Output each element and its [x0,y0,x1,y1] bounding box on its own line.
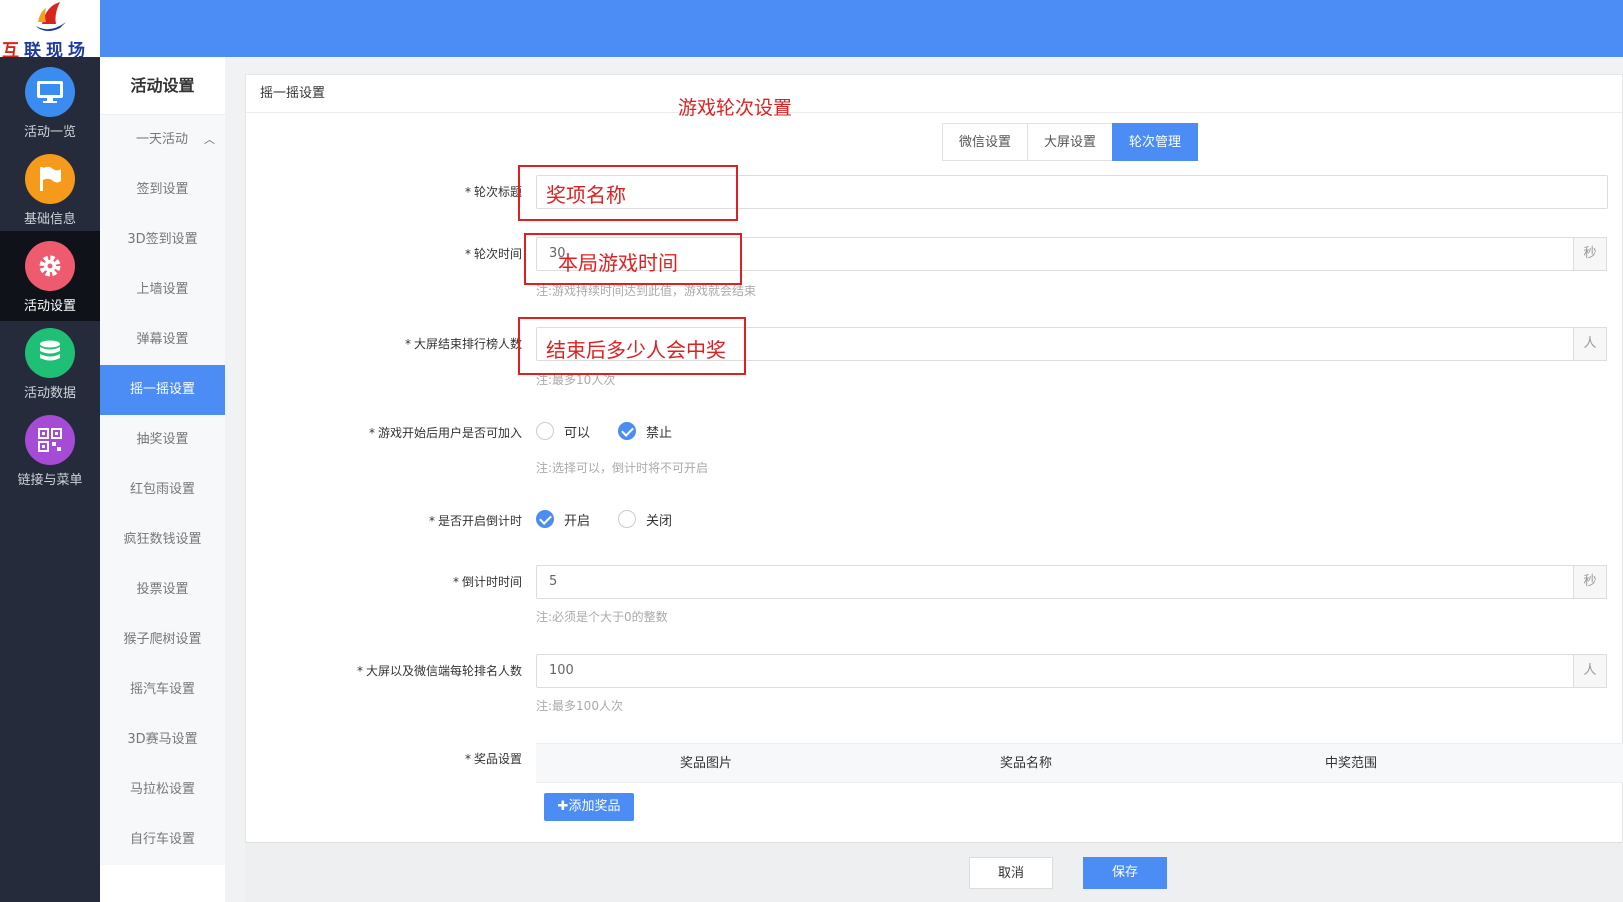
submenu-item-checkin[interactable]: 签到设置 [100,165,225,215]
flag-icon [25,154,75,204]
submenu-item-wall[interactable]: 上墙设置 [100,265,225,315]
rank-per-round-unit: 人 [1573,654,1607,688]
panel-title: 摇一摇设置 [246,75,1622,113]
radio-allow[interactable] [536,422,554,440]
radio-countdown-off[interactable] [618,510,637,528]
settings-panel: 摇一摇设置 游戏轮次设置 微信设置 大屏设置 轮次管理 * 轮次标题 奖项名称 *… [245,74,1623,902]
submenu-item-monkey[interactable]: 猴子爬树设置 [100,615,225,665]
submenu-item-danmaku[interactable]: 弹幕设置 [100,315,225,365]
rank-count-unit: 人 [1573,327,1607,361]
add-prize-button[interactable]: ✚添加奖品 [544,793,634,821]
radio-forbid[interactable] [618,422,637,440]
tab-bar: 微信设置 大屏设置 轮次管理 [942,123,1199,161]
join-after-start-radios: 可以 禁止 [536,421,700,441]
annotation-rank-count: 结束后多少人会中奖 [546,338,726,362]
join-after-start-hint: 注:选择可以，倒计时将不可开启 [536,461,709,475]
submenu-item-count-money[interactable]: 疯狂数钱设置 [100,515,225,565]
left-icon-nav: 活动一览 基础信息 活动设置 活动数据 链接与菜单 [0,57,100,902]
submenu-item-vote[interactable]: 投票设置 [100,565,225,615]
submenu-title: 活动设置 [100,57,225,115]
countdown-time-unit: 秒 [1573,565,1607,599]
submenu-item-lottery[interactable]: 抽奖设置 [100,415,225,465]
nav-item-activity-settings[interactable]: 活动设置 [0,231,100,321]
qrcode-icon [25,415,75,465]
monitor-icon [25,67,75,117]
countdown-enable-radios: 开启 关闭 [536,509,700,529]
countdown-time-hint: 注:必须是个大于0的整数 [536,610,668,624]
prize-col-range: 中奖范围 [1324,756,1377,771]
annotation-round-time: 本局游戏时间 [558,251,678,275]
nav-item-activity-data[interactable]: 活动数据 [0,318,100,408]
prize-col-image: 奖品图片 [679,756,732,771]
countdown-time-label: * 倒计时时间 [452,575,522,589]
nav-item-links-menu[interactable]: 链接与菜单 [0,405,100,495]
submenu-item-3d-checkin[interactable]: 3D签到设置 [100,215,225,265]
gear-icon [25,241,75,291]
top-header [0,0,1623,57]
submenu-item-horse[interactable]: 3D赛马设置 [100,715,225,765]
submenu-group-one-day[interactable]: 一天活动 ︿ [100,115,225,165]
submenu-item-car[interactable]: 摇汽车设置 [100,665,225,715]
prize-table-header: 奖品图片 奖品名称 中奖范围 [536,743,1623,783]
nav-item-activity-overview[interactable]: 活动一览 [0,57,100,147]
round-title-label: * 轮次标题 [464,185,522,199]
settings-submenu: 活动设置 一天活动 ︿ 签到设置 3D签到设置 上墙设置 弹幕设置 摇一摇设置 … [100,57,225,902]
annotation-round-title: 奖项名称 [546,183,626,207]
prize-settings-label: * 奖品设置 [464,752,522,766]
radio-countdown-on[interactable] [536,510,554,528]
form-footer: 取消 保存 [245,842,1623,902]
rank-count-label: * 大屏结束排行榜人数 [404,337,522,351]
cancel-button[interactable]: 取消 [969,857,1053,889]
submenu-item-red-packet[interactable]: 红包雨设置 [100,465,225,515]
rank-per-round-hint: 注:最多100人次 [536,699,623,713]
tab-round-management[interactable]: 轮次管理 [1112,123,1199,161]
rank-per-round-label: * 大屏以及微信端每轮排名人数 [356,664,522,678]
countdown-time-input[interactable]: 5 [536,565,1574,599]
tab-bigscreen-settings[interactable]: 大屏设置 [1027,123,1114,161]
annotation-heading: 游戏轮次设置 [678,97,793,119]
ship-logo-icon [36,2,66,31]
chevron-up-icon: ︿ [204,133,215,146]
countdown-enable-label: * 是否开启倒计时 [428,514,522,528]
database-icon [25,328,75,378]
nav-item-basic-info[interactable]: 基础信息 [0,144,100,234]
join-after-start-label: * 游戏开始后用户是否可加入 [368,426,522,440]
tab-wechat-settings[interactable]: 微信设置 [942,123,1029,161]
rank-per-round-input[interactable]: 100 [536,654,1574,688]
round-time-label: * 轮次时间 [464,247,522,261]
submenu-item-shake[interactable]: 摇一摇设置 [100,365,225,415]
round-time-unit: 秒 [1573,237,1607,271]
save-button[interactable]: 保存 [1083,857,1167,889]
submenu-item-bicycle[interactable]: 自行车设置 [100,815,225,865]
prize-col-name: 奖品名称 [999,756,1052,771]
brand-name: 互联现场 [2,41,90,57]
brand-logo: 互联现场 [0,0,100,57]
submenu-item-marathon[interactable]: 马拉松设置 [100,765,225,815]
